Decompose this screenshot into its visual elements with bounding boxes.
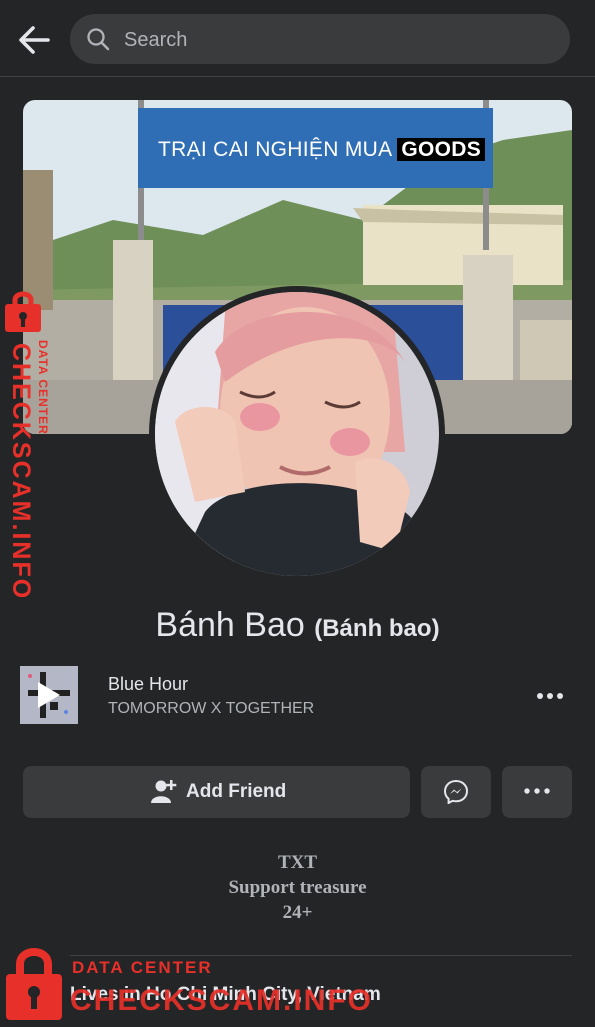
play-icon[interactable]: [38, 682, 60, 708]
avatar-photo: [155, 292, 439, 576]
watermark-vertical-site: CHECKSCAM.INFO: [7, 343, 35, 601]
more-dots-icon: [522, 778, 552, 810]
top-bar: [0, 0, 595, 77]
song-title: Blue Hour: [108, 674, 189, 694]
cover-sign-text: TRẠI CAI NGHIỆN MUA GOODS: [158, 138, 486, 162]
bio-line-2: Support treasure: [228, 877, 367, 898]
add-friend-button[interactable]: Add Friend: [23, 766, 410, 818]
watermark-lock-icon: [3, 288, 43, 332]
search-bar[interactable]: [70, 14, 570, 66]
add-friend-label: Add Friend: [186, 781, 287, 802]
profile-alternate-name: (Bánh bao): [314, 615, 440, 642]
cover-sign-highlight: GOODS: [397, 138, 486, 161]
watermark-site: CHECKSCAM.INFO: [70, 984, 373, 1017]
back-arrow-icon[interactable]: [14, 20, 54, 60]
profile-avatar[interactable]: [149, 286, 445, 582]
profile-music[interactable]: Blue Hour TOMORROW X TOGETHER: [20, 666, 575, 726]
search-icon: [86, 27, 110, 51]
messenger-button[interactable]: [421, 766, 491, 818]
section-divider: [70, 955, 572, 956]
watermark-vertical-data-center: DATA CENTER: [36, 340, 50, 435]
album-art[interactable]: [20, 666, 78, 724]
watermark-lock-icon-large: [4, 946, 64, 1022]
bio-line-3: 24+: [282, 902, 313, 923]
more-actions-button[interactable]: [502, 766, 572, 818]
messenger-icon: [443, 779, 469, 805]
profile-name-text: Bánh Bao: [155, 606, 305, 644]
search-input[interactable]: [122, 14, 546, 66]
profile-name: Bánh Bao (Bánh bao): [0, 606, 595, 645]
more-options-icon[interactable]: [535, 684, 565, 708]
song-artist: TOMORROW X TOGETHER: [108, 700, 315, 717]
profile-bio: TXT Support treasure 24+: [0, 850, 595, 925]
bio-line-1: TXT: [277, 852, 318, 873]
add-friend-icon: [151, 779, 177, 805]
watermark-data-center: DATA CENTER: [72, 958, 213, 977]
